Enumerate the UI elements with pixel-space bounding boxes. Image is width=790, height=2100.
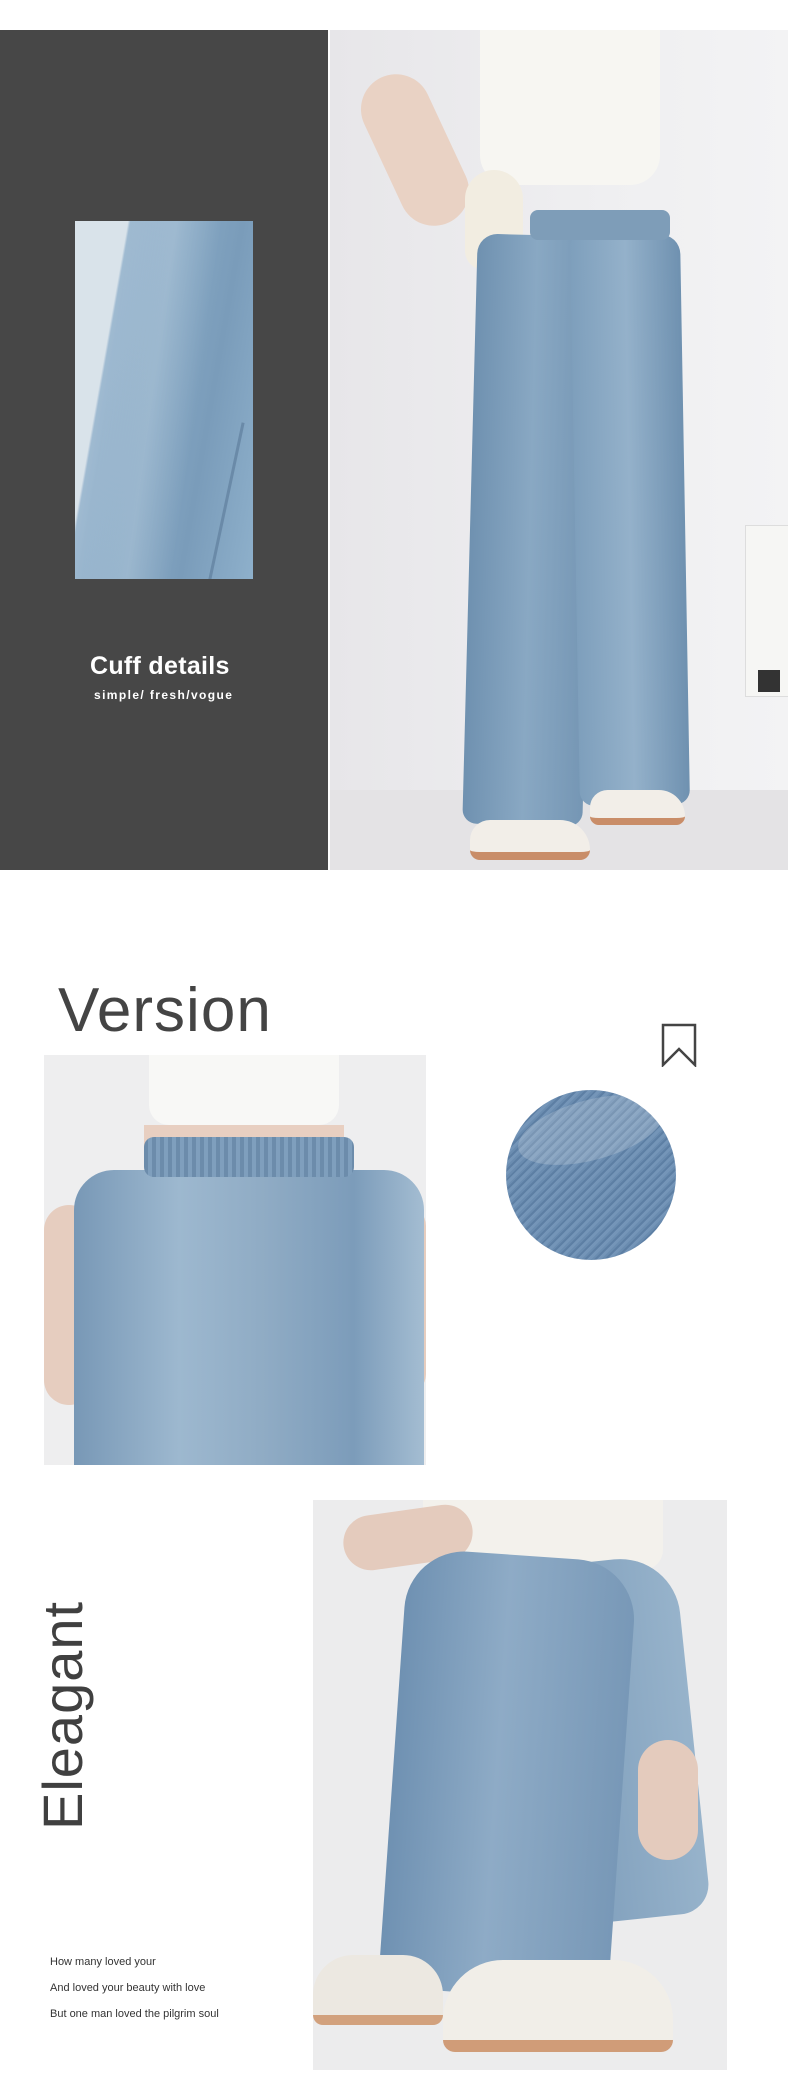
cuff-details-subtitle: simple/ fresh/vogue bbox=[94, 688, 234, 702]
eleagant-title: Eleagant bbox=[31, 1600, 94, 1830]
denim-fabric-swatch bbox=[506, 1090, 676, 1260]
waist-detail-photo bbox=[44, 1055, 426, 1465]
bookmark-icon bbox=[661, 1023, 697, 1067]
model-crouching-photo bbox=[313, 1500, 727, 2070]
poem-line: How many loved your bbox=[50, 1956, 156, 1968]
poem-line: And loved your beauty with love bbox=[50, 1982, 206, 1994]
version-title: Version bbox=[58, 976, 272, 1045]
cuff-details-title: Cuff details bbox=[90, 652, 230, 680]
model-full-length-photo bbox=[330, 30, 788, 870]
cuff-closeup-image bbox=[75, 221, 253, 579]
poem-line: But one man loved the pilgrim soul bbox=[50, 2008, 219, 2020]
